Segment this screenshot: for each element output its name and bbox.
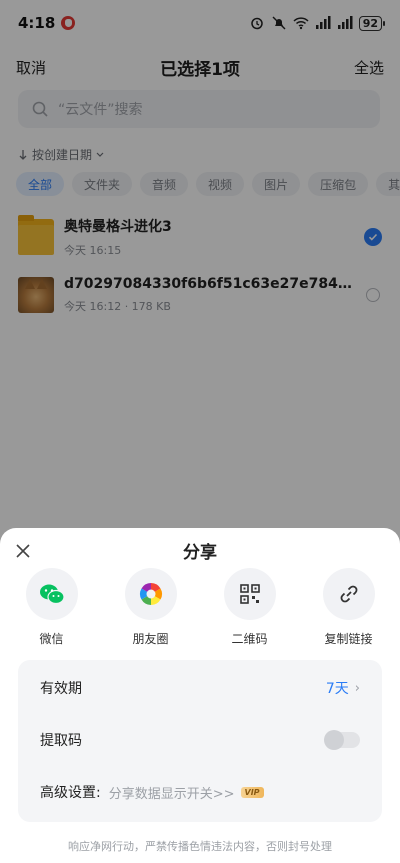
vip-badge: VIP [240, 786, 264, 798]
share-label: 微信 [39, 632, 64, 646]
share-sheet: 分享 微信 朋友圈 二维码 复制链接 有效期 7天 › 提取码 高级设置: 分享… [0, 528, 400, 863]
moments-icon [139, 583, 162, 605]
share-label: 复制链接 [324, 632, 373, 646]
share-settings-panel: 有效期 7天 › 提取码 高级设置: 分享数据显示开关>> VIP [18, 660, 382, 822]
share-circle [223, 568, 276, 620]
extract-code-toggle[interactable] [324, 730, 360, 750]
wechat-icon [39, 584, 65, 605]
share-circle [322, 568, 375, 620]
qrcode-icon [239, 584, 260, 604]
extract-code-label: 提取码 [40, 733, 82, 749]
footer-notice: 响应净网行动，严禁传播色情违法内容，否则封号处理 [68, 840, 332, 853]
share-moments-button[interactable]: 朋友圈 [106, 568, 196, 647]
validity-value-text: 7天 [325, 681, 349, 697]
advanced-label: 高级设置: [40, 785, 101, 801]
link-icon [340, 585, 357, 603]
sheet-title: 分享 [183, 543, 217, 563]
share-label: 二维码 [231, 632, 268, 646]
validity-row[interactable]: 有效期 7天 › [18, 662, 382, 714]
share-options: 微信 朋友圈 二维码 复制链接 [0, 568, 400, 647]
extract-code-row: 提取码 [18, 714, 382, 766]
share-qrcode-button[interactable]: 二维码 [205, 568, 295, 647]
share-circle [124, 568, 177, 620]
share-label: 朋友圈 [132, 632, 169, 646]
share-circle [25, 568, 78, 620]
validity-value: 7天 › [326, 678, 360, 698]
advanced-hint: 分享数据显示开关>> [108, 786, 235, 802]
chevron-right-icon: › [354, 680, 360, 696]
share-wechat-button[interactable]: 微信 [7, 568, 97, 647]
share-copy-link-button[interactable]: 复制链接 [304, 568, 394, 647]
validity-label: 有效期 [40, 681, 82, 697]
advanced-settings-row[interactable]: 高级设置: 分享数据显示开关>> VIP [18, 766, 382, 818]
